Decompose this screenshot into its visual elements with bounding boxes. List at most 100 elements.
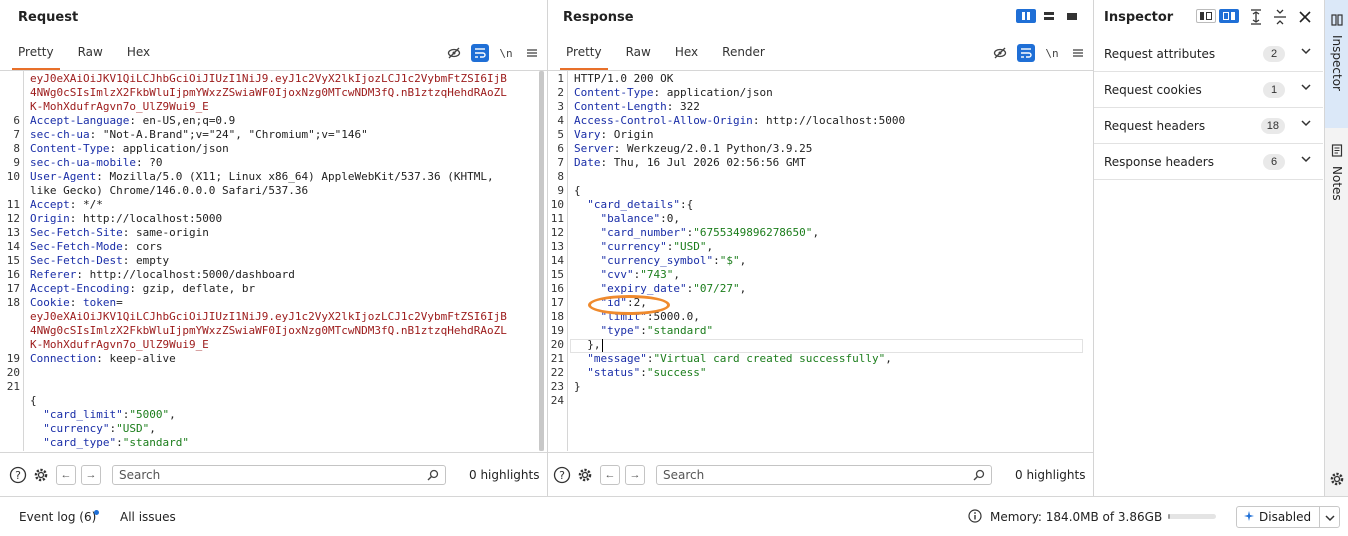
line-code: "balance":0,: [574, 212, 679, 226]
disabled-dropdown[interactable]: Disabled: [1236, 506, 1340, 528]
response-tab-raw[interactable]: Raw: [614, 42, 663, 64]
help-icon[interactable]: ?: [8, 465, 28, 485]
code-token: Content-Length: [574, 100, 667, 113]
request-pane: Request Pretty Raw Hex \n eyJ0eXAiOiJKV1…: [0, 0, 547, 496]
line-code: sec-ch-ua-mobile: ?0: [30, 156, 162, 170]
code-token: Vary: [574, 128, 601, 141]
hide-nonprintable-icon[interactable]: [991, 44, 1009, 62]
inspector-layout-right-icon[interactable]: [1219, 9, 1239, 23]
line-code: Content-Type: application/json: [574, 86, 773, 100]
settings-icon[interactable]: [31, 465, 51, 485]
line-number: 7: [13, 128, 20, 141]
line-code: {: [574, 184, 581, 198]
code-token: Origin: [30, 212, 70, 225]
layout-columns-icon[interactable]: [1016, 9, 1036, 23]
request-tab-hex[interactable]: Hex: [115, 42, 162, 64]
code-token: Connection: [30, 352, 97, 365]
code-token: {: [30, 394, 37, 407]
inspector-layout-left-icon[interactable]: [1196, 9, 1216, 23]
line-code: "card_details":{: [574, 198, 693, 212]
line-number: 9: [13, 156, 20, 169]
code-token: :: [713, 254, 720, 267]
side-tab-inspector[interactable]: Inspector: [1325, 0, 1348, 128]
inspector-row-request-cookies[interactable]: Request cookies 1: [1094, 72, 1323, 108]
request-tab-raw[interactable]: Raw: [66, 42, 115, 64]
response-tab-pretty[interactable]: Pretty: [554, 42, 614, 70]
line-number: 6: [13, 114, 20, 127]
request-title: Request: [18, 10, 79, 25]
newline-toggle[interactable]: \n: [1043, 44, 1061, 62]
response-editor[interactable]: 1 HTTP/1.0 200 OK 2 Content-Type: applicati…: [548, 71, 1093, 451]
code-token: "$": [719, 254, 740, 267]
request-scrollbar[interactable]: [539, 71, 544, 451]
code-token: : "Not-A.Brand";v="24", "Chromium";v="14…: [89, 128, 368, 141]
collapse-all-icon[interactable]: [1272, 9, 1288, 28]
chevron-down-icon: [1301, 118, 1311, 131]
event-log-link[interactable]: Event log (6): [19, 510, 96, 524]
request-search-placeholder: Search: [119, 468, 161, 482]
search-icon: [427, 468, 439, 486]
status-bar: Event log (6) All issues Memory: 184.0MB…: [0, 496, 1348, 536]
line-number: 13: [550, 240, 564, 253]
request-editor[interactable]: eyJ0eXAiOiJKV1QiLCJhbGciOiJIUzI1NiJ9.eyJ…: [0, 71, 547, 451]
request-tab-pretty[interactable]: Pretty: [6, 42, 66, 70]
expand-all-icon[interactable]: [1248, 9, 1264, 28]
code-token: "currency": [574, 240, 667, 253]
menu-icon[interactable]: [1069, 44, 1087, 62]
code-token: ,: [812, 226, 820, 239]
code-token: :: [640, 366, 647, 379]
next-match-button[interactable]: →: [625, 465, 645, 485]
code-token: : Mozilla/5.0 (X11; Linux x86_64) AppleW…: [96, 170, 494, 183]
line-number: 10: [6, 170, 20, 183]
code-token: "message": [574, 352, 647, 365]
code-token: : */*: [69, 198, 103, 211]
code-token: K-MohXdufrAgvn7o_UlZ9Wui9_E: [30, 338, 209, 351]
line-code: Accept-Language: en-US,en;q=0.9: [30, 114, 235, 128]
chevron-down-icon: [1325, 512, 1335, 526]
count-badge: 18: [1260, 118, 1285, 134]
request-search-input[interactable]: Search: [112, 465, 446, 485]
code-token: K-MohXdufrAgvn7o_UlZ9Wui9_E: [30, 100, 209, 113]
code-token: {: [574, 184, 581, 197]
chevron-down-icon: [1301, 82, 1311, 95]
word-wrap-icon[interactable]: [1017, 44, 1035, 62]
count-badge: 2: [1263, 46, 1285, 62]
settings-icon[interactable]: [575, 465, 595, 485]
word-wrap-icon[interactable]: [471, 44, 489, 62]
response-search-input[interactable]: Search: [656, 465, 992, 485]
layout-tabs-icon[interactable]: [1062, 9, 1082, 23]
all-issues-link[interactable]: All issues: [120, 510, 176, 524]
info-icon: [968, 509, 982, 526]
inspector-row-request-headers[interactable]: Request headers 18: [1094, 108, 1323, 144]
line-code: }: [30, 450, 37, 451]
line-code: }: [574, 380, 581, 394]
settings-icon[interactable]: [1328, 470, 1346, 491]
code-token: sec-ch-ua-mobile: [30, 156, 136, 169]
close-icon[interactable]: [1297, 9, 1313, 28]
code-token: "currency": [30, 422, 110, 435]
response-tab-hex[interactable]: Hex: [663, 42, 710, 64]
line-number: 17: [550, 296, 564, 309]
svg-text:?: ?: [15, 469, 21, 482]
code-token: Server: [574, 142, 614, 155]
response-tab-render[interactable]: Render: [710, 42, 777, 64]
inspector-row-request-attributes[interactable]: Request attributes 2: [1094, 36, 1323, 72]
response-title: Response: [563, 10, 634, 25]
side-tab-notes[interactable]: Notes: [1325, 144, 1348, 224]
layout-rows-icon[interactable]: [1039, 9, 1059, 23]
hide-nonprintable-icon[interactable]: [445, 44, 463, 62]
line-number: 7: [557, 156, 564, 169]
next-match-button[interactable]: →: [81, 465, 101, 485]
inspector-row-response-headers[interactable]: Response headers 6: [1094, 144, 1323, 180]
line-number: 9: [557, 184, 564, 197]
line-code: Server: Werkzeug/2.0.1 Python/3.9.25: [574, 142, 812, 156]
previous-match-button[interactable]: ←: [600, 465, 620, 485]
code-token: : Origin: [600, 128, 654, 141]
code-token: Accept: [30, 198, 70, 211]
previous-match-button[interactable]: ←: [56, 465, 76, 485]
line-code: "card_limit":"5000",: [30, 408, 175, 422]
help-icon[interactable]: ?: [552, 465, 572, 485]
newline-toggle[interactable]: \n: [497, 44, 515, 62]
code-token: : en-US,en;q=0.9: [129, 114, 236, 127]
menu-icon[interactable]: [523, 44, 541, 62]
